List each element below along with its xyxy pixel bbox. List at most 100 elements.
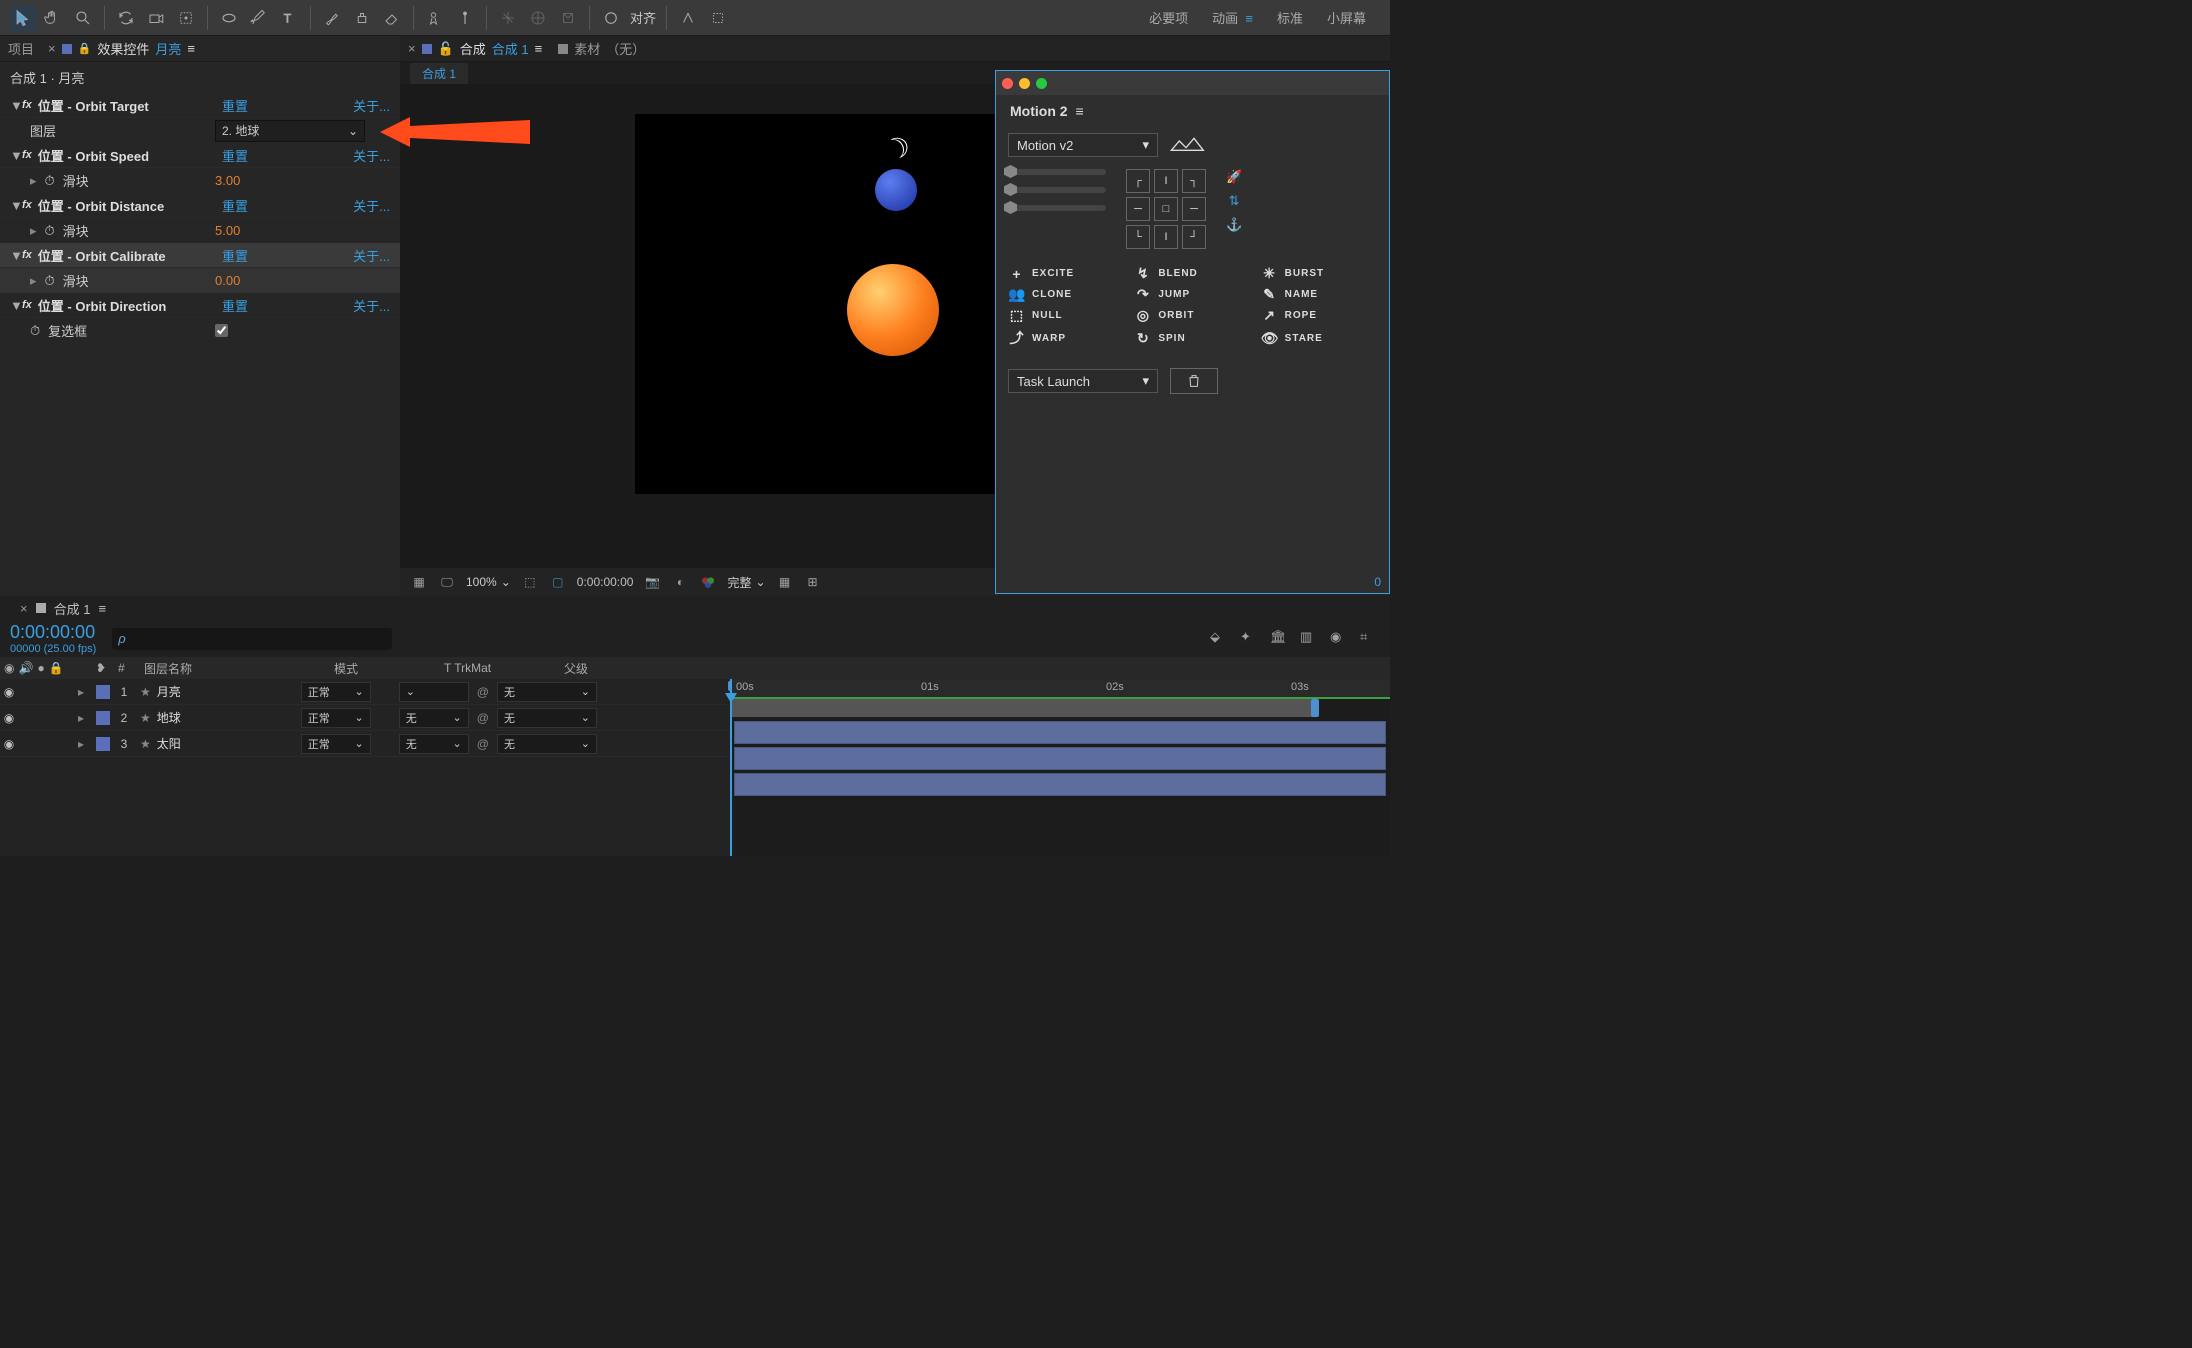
orbit-camera-icon[interactable]: [113, 5, 139, 31]
twirl-icon[interactable]: ▸: [78, 711, 92, 725]
effect-property[interactable]: ⏱复选框: [0, 318, 400, 343]
reset-link[interactable]: 重置: [222, 296, 282, 315]
effect-property[interactable]: ▸⏱滑块5.00: [0, 218, 400, 243]
anchor-mr[interactable]: ─: [1182, 197, 1206, 221]
eye-column-icon[interactable]: ◉: [4, 661, 14, 675]
traffic-light-zoom[interactable]: [1036, 78, 1047, 89]
about-link[interactable]: 关于...: [353, 196, 390, 215]
lock-column-icon[interactable]: 🔒: [49, 661, 64, 675]
hand-tool-icon[interactable]: [40, 5, 66, 31]
twirl-icon[interactable]: ▼: [10, 198, 22, 213]
motionblur-icon[interactable]: ◉: [1330, 629, 1350, 649]
clone-stamp-icon[interactable]: [349, 5, 375, 31]
slider-1[interactable]: [1008, 169, 1106, 175]
reset-link[interactable]: 重置: [222, 146, 282, 165]
layer-row[interactable]: ◉ ▸ 1 ★ 月亮 正常⌄ ⌄ @ 无⌄: [0, 679, 730, 705]
effect-header[interactable]: ▼ fx位置 - Orbit Distance 重置 关于...: [0, 193, 400, 218]
twirl-icon[interactable]: ▼: [10, 148, 22, 163]
align-label[interactable]: 对齐: [630, 8, 656, 27]
panel-menu-icon[interactable]: ≡: [1076, 103, 1084, 119]
stopwatch-icon[interactable]: ⏱: [45, 173, 55, 189]
timecode[interactable]: 0:00:00:00: [577, 575, 634, 589]
workspace-standard[interactable]: 标准: [1277, 8, 1303, 27]
pickwhip-icon[interactable]: @: [477, 711, 489, 725]
snap-options-icon[interactable]: [705, 5, 731, 31]
zoom-dropdown[interactable]: 100% ⌄: [466, 575, 511, 589]
solo-column-icon[interactable]: ●: [37, 661, 44, 675]
label-color[interactable]: [96, 737, 110, 751]
pen-tool-icon[interactable]: [246, 5, 272, 31]
slider-2[interactable]: [1008, 187, 1106, 193]
layer-row[interactable]: ◉ ▸ 3 ★ 太阳 正常⌄ 无⌄ @ 无⌄: [0, 731, 730, 757]
always-preview-icon[interactable]: ▦: [410, 573, 428, 591]
zoom-tool-icon[interactable]: [70, 5, 96, 31]
close-icon[interactable]: ×: [48, 41, 56, 56]
motion-version-dropdown[interactable]: Motion v2▾: [1008, 133, 1158, 157]
col-num[interactable]: #: [112, 661, 138, 675]
action-warp[interactable]: ⤴WARP: [1008, 328, 1124, 348]
stopwatch-icon[interactable]: ⏱: [45, 223, 55, 239]
brush-tool-icon[interactable]: [319, 5, 345, 31]
anchor-bl[interactable]: └: [1126, 225, 1150, 249]
range-bar[interactable]: [730, 699, 1315, 717]
workspace-small[interactable]: 小屏幕: [1327, 8, 1366, 27]
tab-effect-controls[interactable]: × 🔒 效果控件 月亮 ≡: [46, 39, 195, 58]
snapshot-icon[interactable]: 📷: [643, 573, 661, 591]
current-time[interactable]: 0:00:00:00: [10, 622, 96, 643]
anchor-ml[interactable]: ─: [1126, 197, 1150, 221]
trkmat-dropdown[interactable]: 无⌄: [399, 734, 469, 754]
slider-value[interactable]: 5.00: [215, 223, 240, 238]
search-input[interactable]: [126, 628, 386, 650]
color-icon[interactable]: [699, 573, 717, 591]
layer-duration-bar[interactable]: [734, 747, 1386, 770]
effect-property[interactable]: ▸⏱滑块0.00: [0, 268, 400, 293]
visibility-toggle[interactable]: ◉: [0, 685, 18, 699]
selection-tool-icon[interactable]: [10, 5, 36, 31]
action-excite[interactable]: +EXCITE: [1008, 265, 1124, 282]
trkmat-dropdown[interactable]: 无⌄: [399, 708, 469, 728]
timeline-tab[interactable]: 合成 1: [54, 599, 91, 618]
pan-behind-tool-icon[interactable]: [173, 5, 199, 31]
local-axis-icon[interactable]: [495, 5, 521, 31]
layer-duration-bar[interactable]: [734, 721, 1386, 744]
twirl-icon[interactable]: ▸: [78, 685, 92, 699]
col-trkmat[interactable]: T TrkMat: [438, 661, 558, 675]
blend-mode-dropdown[interactable]: 正常⌄: [301, 708, 371, 728]
lock-icon[interactable]: 🔓: [438, 41, 454, 57]
anchor-tr[interactable]: ┐: [1182, 169, 1206, 193]
effect-header[interactable]: ▼ fx位置 - Orbit Speed 重置 关于...: [0, 143, 400, 168]
panel-menu-icon[interactable]: ≡: [98, 601, 106, 616]
action-spin[interactable]: ↻SPIN: [1134, 328, 1250, 348]
graph-editor-icon[interactable]: ⌗: [1360, 629, 1380, 649]
twirl-icon[interactable]: ▼: [10, 98, 22, 113]
effect-property[interactable]: ▸⏱滑块3.00: [0, 168, 400, 193]
about-link[interactable]: 关于...: [353, 296, 390, 315]
label-color[interactable]: [96, 711, 110, 725]
anchor-br[interactable]: ┘: [1182, 225, 1206, 249]
parent-dropdown[interactable]: 无⌄: [497, 682, 597, 702]
label-color[interactable]: [96, 685, 110, 699]
action-stare[interactable]: 👁STARE: [1261, 328, 1377, 348]
slider-value[interactable]: 0.00: [215, 273, 240, 288]
label-column-icon[interactable]: ❥: [96, 661, 106, 675]
effect-property[interactable]: 图层2. 地球⌄: [0, 118, 400, 143]
col-layer-name[interactable]: 图层名称: [138, 660, 328, 677]
tab-footage[interactable]: 素材 （无）: [558, 39, 645, 58]
reset-link[interactable]: 重置: [222, 196, 282, 215]
anchor-mc[interactable]: □: [1154, 197, 1178, 221]
panel-menu-icon[interactable]: ≡: [187, 41, 195, 56]
layer-row[interactable]: ◉ ▸ 2 ★ 地球 正常⌄ 无⌄ @ 无⌄: [0, 705, 730, 731]
audio-column-icon[interactable]: 🔊: [18, 661, 33, 675]
anchor-tl[interactable]: ┌: [1126, 169, 1150, 193]
time-ruler[interactable]: 00s01s02s03s: [730, 679, 1390, 699]
playhead[interactable]: [730, 679, 732, 856]
preview-icon[interactable]: ◐: [671, 573, 689, 591]
ellipse-tool-icon[interactable]: [216, 5, 242, 31]
traffic-light-minimize[interactable]: [1019, 78, 1030, 89]
workspace-essentials[interactable]: 必要项: [1149, 8, 1188, 27]
trkmat-dropdown[interactable]: ⌄: [399, 682, 469, 702]
anchor-tc[interactable]: I: [1154, 169, 1178, 193]
stopwatch-icon[interactable]: ⏱: [30, 323, 40, 339]
roto-brush-icon[interactable]: [422, 5, 448, 31]
monitor-icon[interactable]: 🖵: [438, 573, 456, 591]
